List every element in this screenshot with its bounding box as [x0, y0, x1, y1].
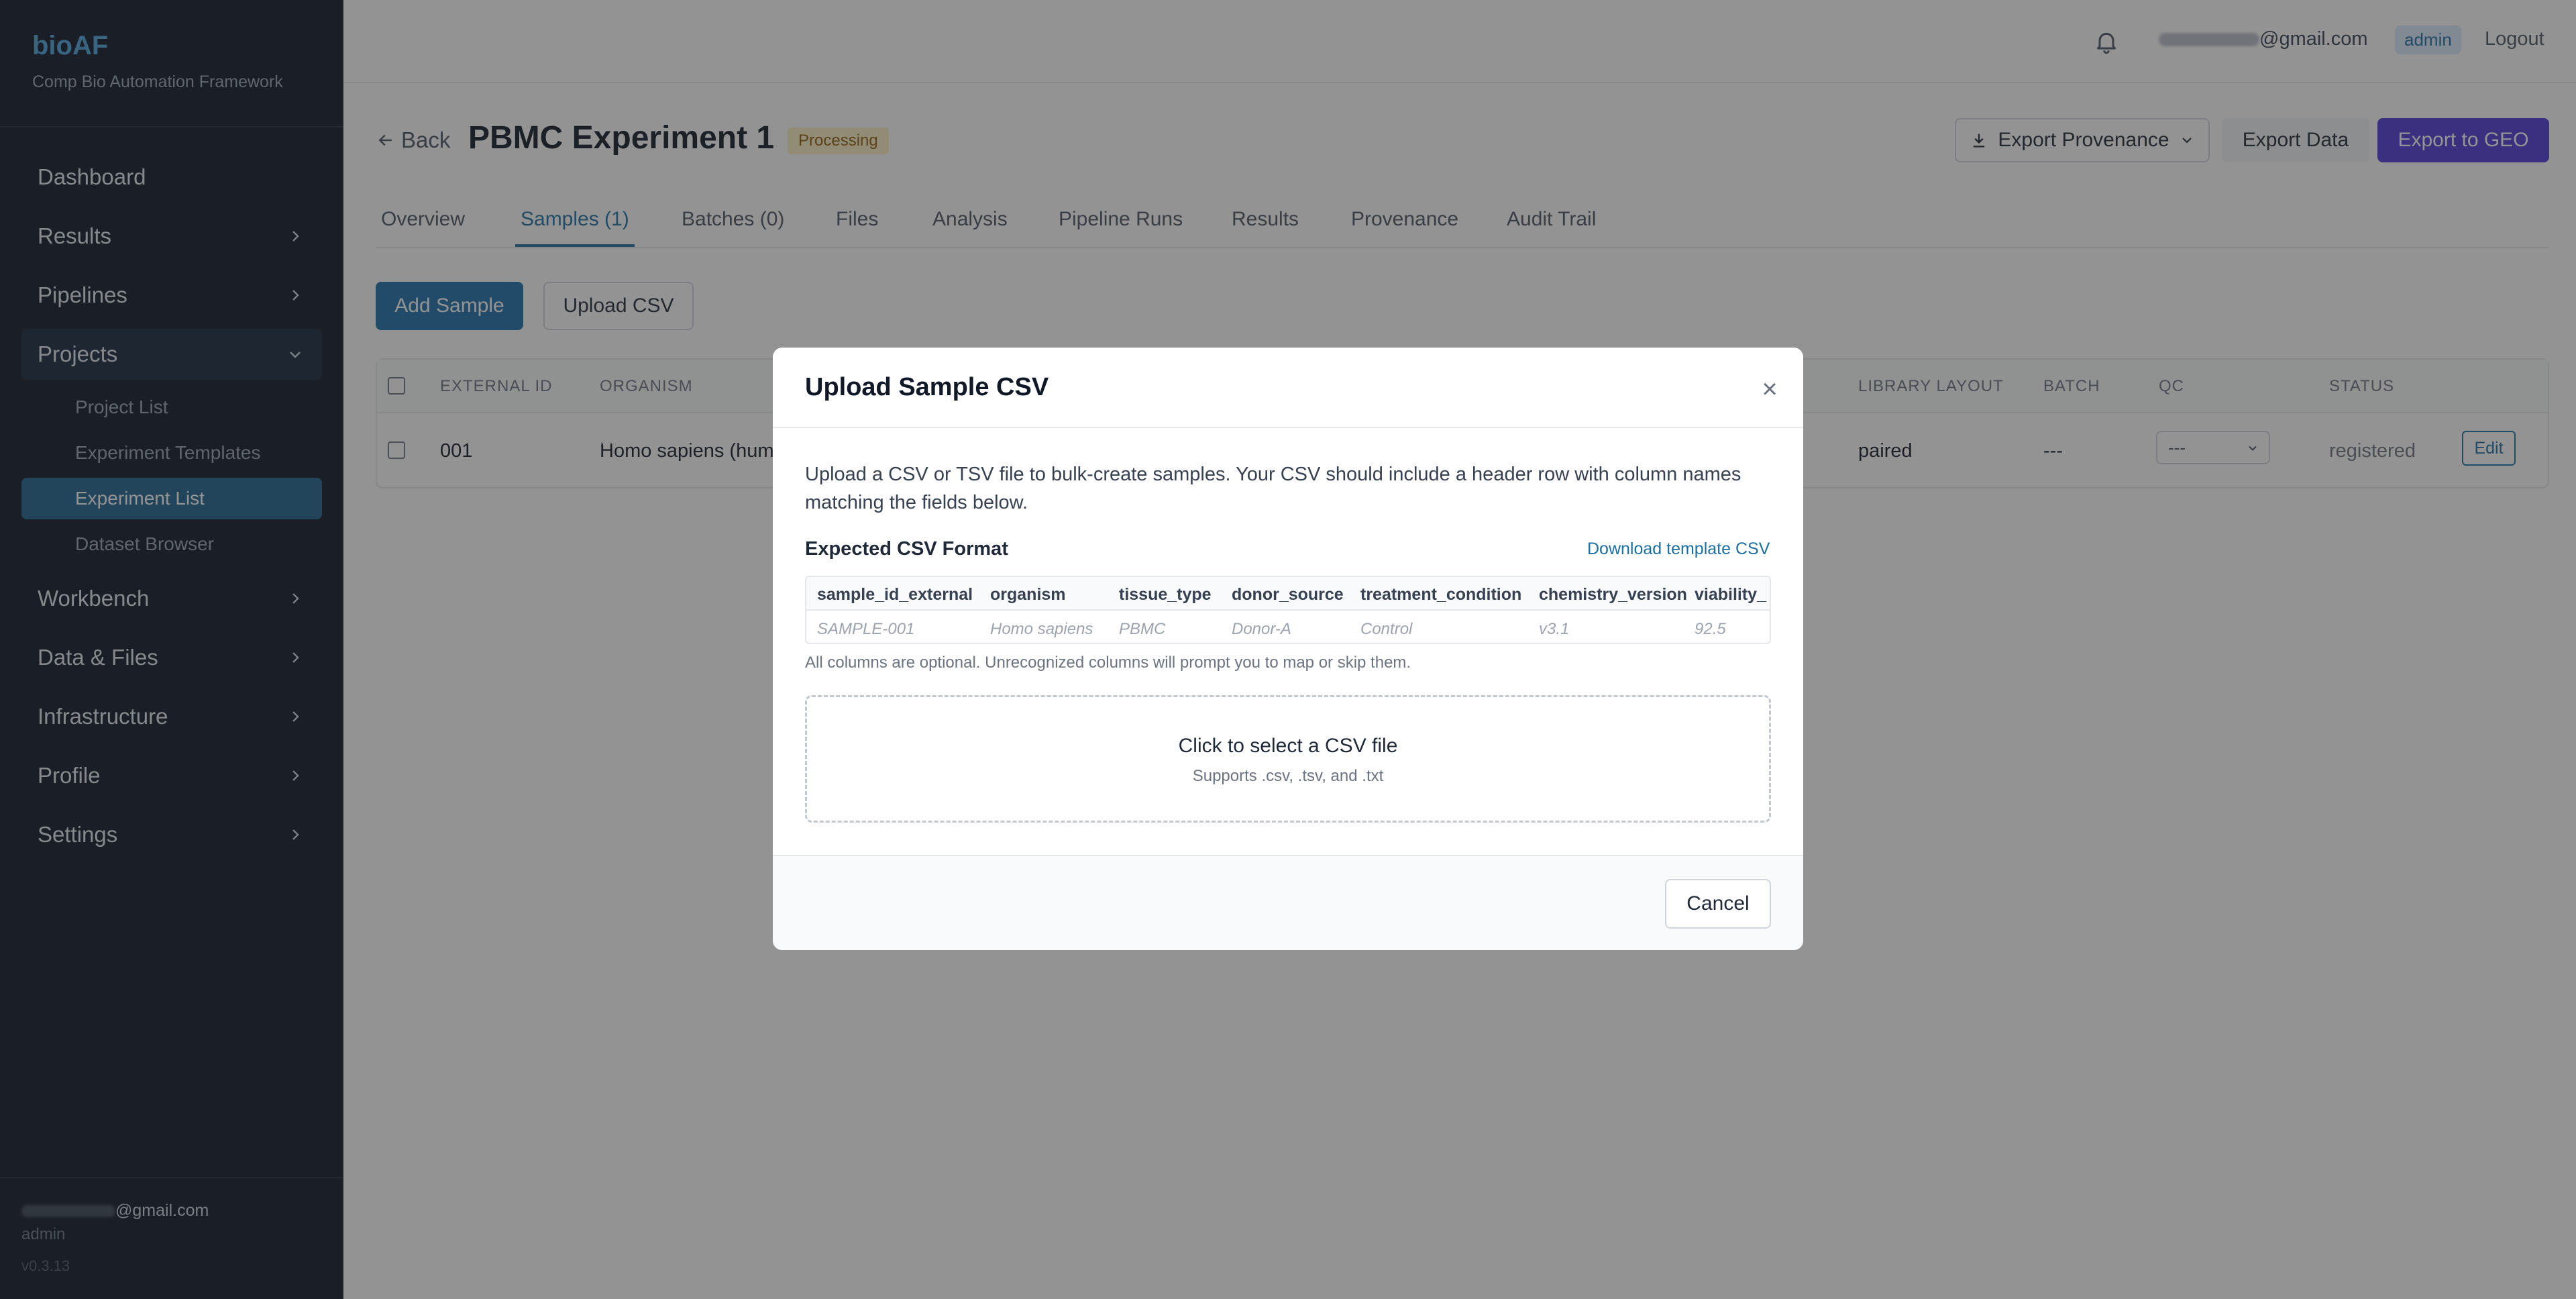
csv-example: Homo sapiens — [990, 620, 1093, 638]
csv-example: Donor-A — [1232, 620, 1291, 638]
upload-csv-modal: Upload Sample CSV × Upload a CSV or TSV … — [773, 348, 1803, 950]
csv-example: SAMPLE-001 — [817, 620, 915, 638]
csv-dropzone[interactable]: Click to select a CSV file Supports .csv… — [805, 695, 1771, 823]
csv-column: viability_ — [1695, 585, 1766, 604]
csv-example: PBMC — [1119, 620, 1166, 638]
modal-title: Upload Sample CSV — [805, 373, 1049, 401]
format-heading: Expected CSV Format — [805, 538, 1008, 560]
csv-example: Control — [1360, 620, 1413, 638]
modal-description: Upload a CSV or TSV file to bulk-create … — [805, 464, 1741, 513]
close-icon[interactable]: × — [1756, 374, 1783, 404]
csv-column: donor_source — [1232, 585, 1344, 604]
csv-example: v3.1 — [1539, 620, 1570, 638]
csv-example: 92.5 — [1695, 620, 1726, 638]
modal-footer: Cancel — [773, 855, 1803, 950]
csv-column: treatment_condition — [1360, 585, 1522, 604]
dropzone-hint: Supports .csv, .tsv, and .txt — [1192, 767, 1384, 785]
modal-header: Upload Sample CSV × — [773, 348, 1803, 428]
format-note: All columns are optional. Unrecognized c… — [805, 654, 1411, 672]
csv-column: organism — [990, 585, 1066, 604]
dropzone-label: Click to select a CSV file — [1178, 735, 1398, 757]
csv-format-table: sample_id_external organism tissue_type … — [805, 576, 1771, 644]
csv-column: chemistry_version — [1539, 585, 1687, 604]
csv-column: sample_id_external — [817, 585, 973, 604]
csv-column: tissue_type — [1119, 585, 1212, 604]
download-template-link[interactable]: Download template CSV — [1587, 539, 1770, 559]
cancel-button[interactable]: Cancel — [1665, 879, 1771, 929]
